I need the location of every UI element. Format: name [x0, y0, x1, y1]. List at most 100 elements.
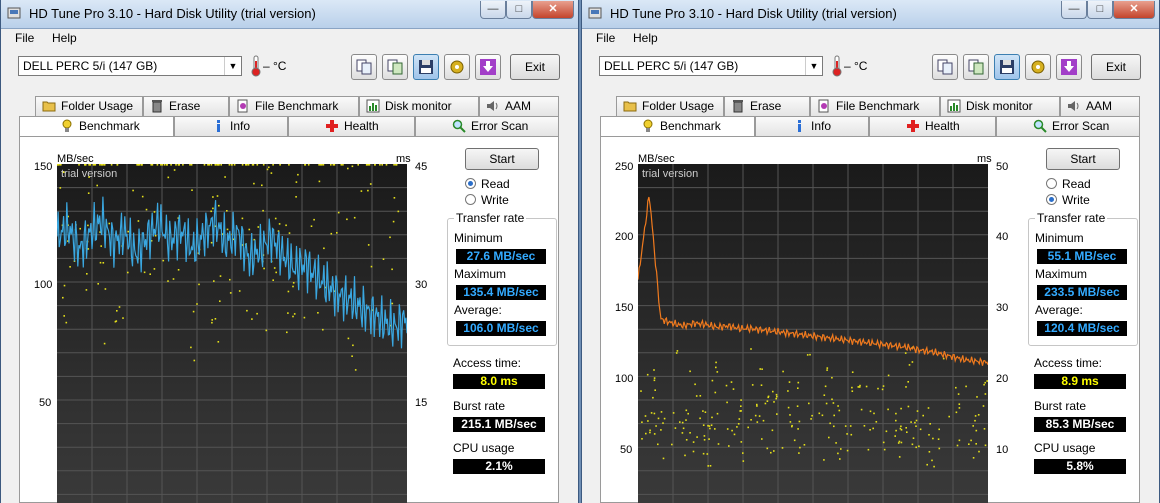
save-button[interactable]	[413, 54, 439, 80]
tab-error-scan[interactable]: Error Scan	[996, 116, 1140, 136]
tab-folder-usage[interactable]: Folder Usage	[35, 96, 143, 116]
access-time-point	[357, 164, 359, 166]
copy-all-button[interactable]	[963, 54, 989, 80]
menu-help[interactable]: Help	[633, 31, 658, 45]
drive-select[interactable]: DELL PERC 5/i (147 GB) ▼	[18, 56, 242, 76]
tab-health[interactable]: Health	[288, 116, 415, 136]
start-button[interactable]: Start	[1046, 148, 1120, 170]
access-time-point	[653, 369, 655, 371]
access-time-point	[392, 220, 395, 223]
save-button[interactable]	[994, 54, 1020, 80]
menu-help[interactable]: Help	[52, 31, 77, 45]
access-time-point	[826, 367, 829, 369]
access-time-point	[69, 266, 71, 268]
access-time-point	[653, 377, 656, 379]
tab-label: Erase	[750, 99, 782, 113]
chevron-down-icon[interactable]: ▼	[805, 57, 822, 75]
copy-all-button[interactable]	[382, 54, 408, 80]
access-time-point	[846, 433, 848, 435]
tab-label: File Benchmark	[255, 99, 339, 113]
tab-disk-monitor[interactable]: Disk monitor	[940, 96, 1060, 116]
copy-info-button[interactable]	[932, 54, 958, 80]
access-time-point	[857, 386, 860, 388]
tab-erase[interactable]: Erase	[724, 96, 810, 116]
drive-select[interactable]: DELL PERC 5/i (147 GB) ▼	[599, 56, 823, 76]
access-time-point	[895, 412, 897, 415]
access-time-point	[703, 435, 706, 437]
access-time-point	[835, 442, 837, 444]
tab-file-benchmark[interactable]: File Benchmark	[810, 96, 940, 116]
access-time-point	[653, 379, 656, 382]
gear-icon	[1031, 60, 1045, 74]
tab-benchmark[interactable]: Benchmark	[600, 116, 755, 138]
access-time-point	[238, 290, 241, 292]
minimum-value: 27.6 MB/sec	[456, 249, 546, 264]
close-button[interactable]: ✕	[1113, 1, 1155, 19]
access-time-point	[882, 385, 885, 387]
access-time-point	[198, 283, 200, 286]
chevron-down-icon[interactable]: ▼	[224, 57, 241, 75]
access-time-point	[731, 429, 733, 432]
minimize-button[interactable]: —	[1061, 1, 1087, 19]
read-radio[interactable]: Read	[1046, 177, 1146, 191]
access-time-point	[887, 408, 889, 411]
options-button[interactable]	[1025, 54, 1051, 80]
start-button[interactable]: Start	[465, 148, 539, 170]
tab-file-benchmark[interactable]: File Benchmark	[229, 96, 359, 116]
tab-label: Info	[811, 119, 832, 133]
access-time-point	[773, 450, 775, 452]
tab-info[interactable]: Info	[174, 116, 288, 136]
options-button[interactable]	[444, 54, 470, 80]
access-time-point	[653, 433, 656, 435]
read-radio[interactable]: Read	[465, 177, 565, 191]
menu-file[interactable]: File	[596, 31, 615, 45]
tab-error-scan[interactable]: Error Scan	[415, 116, 559, 136]
access-time-point	[846, 449, 849, 452]
access-time-point	[915, 419, 918, 422]
access-time-point	[149, 273, 151, 275]
tab-benchmark[interactable]: Benchmark	[19, 116, 174, 138]
write-radio[interactable]: Write	[465, 193, 565, 207]
access-time-point	[740, 405, 742, 407]
copy-info-button[interactable]	[351, 54, 377, 80]
access-time-point	[346, 218, 348, 221]
menu-file[interactable]: File	[15, 31, 34, 45]
tab-aam[interactable]: AAM	[1060, 96, 1140, 116]
maximize-button[interactable]: □	[506, 1, 532, 19]
access-time-point	[809, 353, 811, 356]
write-radio[interactable]: Write	[1046, 193, 1146, 207]
title-bar[interactable]: HD Tune Pro 3.10 - Hard Disk Utility (tr…	[582, 0, 1159, 29]
access-time-point	[330, 164, 332, 166]
exit-button[interactable]: Exit	[1091, 54, 1141, 80]
exit-button[interactable]: Exit	[510, 54, 560, 80]
menu-bar: File Help	[582, 28, 1159, 48]
access-time-point	[863, 425, 866, 427]
tab-health[interactable]: Health	[869, 116, 996, 136]
tab-erase[interactable]: Erase	[143, 96, 229, 116]
access-time-point	[257, 226, 260, 228]
tab-folder-usage[interactable]: Folder Usage	[616, 96, 724, 116]
access-time-point	[379, 164, 381, 166]
access-time-point	[747, 426, 749, 429]
save-screenshot-button[interactable]	[1056, 54, 1082, 80]
access-time-point	[789, 414, 791, 416]
minimize-button[interactable]: —	[480, 1, 506, 19]
access-time-point	[928, 434, 930, 436]
temperature-readout: – °C	[844, 59, 868, 73]
access-time-point	[916, 410, 919, 412]
tab-aam[interactable]: AAM	[479, 96, 559, 116]
access-time-point	[270, 172, 273, 174]
access-time-point	[840, 448, 842, 450]
title-bar[interactable]: HD Tune Pro 3.10 - Hard Disk Utility (tr…	[1, 0, 578, 29]
access-time-point	[732, 388, 735, 390]
access-time-point	[153, 211, 156, 213]
transfer-rate-group: Transfer rate Minimum 55.1 MB/sec Maximu…	[1028, 211, 1138, 346]
maximize-button[interactable]: □	[1087, 1, 1113, 19]
tab-label: Disk monitor	[385, 99, 452, 113]
save-screenshot-button[interactable]	[475, 54, 501, 80]
tab-info[interactable]: Info	[755, 116, 869, 136]
access-time-point	[770, 451, 772, 454]
close-button[interactable]: ✕	[532, 1, 574, 19]
tab-disk-monitor[interactable]: Disk monitor	[359, 96, 479, 116]
temperature-readout: – °C	[263, 59, 287, 73]
